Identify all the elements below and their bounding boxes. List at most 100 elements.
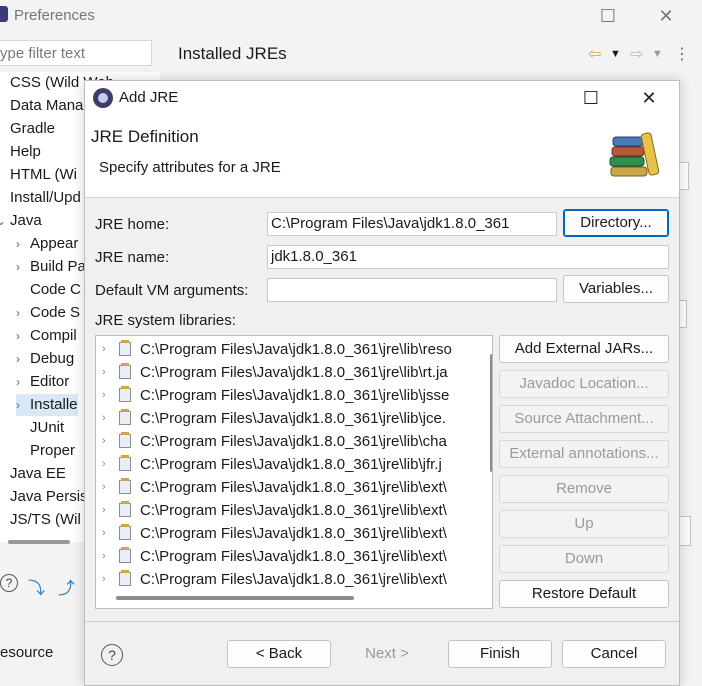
chevron-right-icon[interactable]: › xyxy=(0,187,10,209)
system-libraries-list[interactable]: › C:\Program Files\Java\jdk1.8.0_361\jre\… xyxy=(95,335,493,609)
chevron-right-icon[interactable]: › xyxy=(16,302,30,324)
chevron-right-icon[interactable]: › xyxy=(16,256,30,278)
chevron-right-icon[interactable]: › xyxy=(102,361,106,384)
tree-item[interactable]: › Debug xyxy=(16,348,74,370)
bottom-left-text: esource xyxy=(0,644,54,661)
chevron-down-icon[interactable]: ⌄ xyxy=(0,210,10,232)
import-icon[interactable]: ⤵ xyxy=(28,574,45,599)
library-item[interactable]: › C:\Program Files\Java\jdk1.8.0_361\jre\… xyxy=(96,476,488,499)
next-button[interactable]: Next > xyxy=(335,640,439,668)
restore-default-button[interactable]: Restore Default xyxy=(499,580,669,608)
library-path: C:\Program Files\Java\jdk1.8.0_361\jre\l… xyxy=(140,502,447,519)
chevron-right-icon[interactable]: › xyxy=(0,118,10,140)
external-annotations-button[interactable]: External annotations... xyxy=(499,440,669,468)
tree-item[interactable]: ›Java Persis xyxy=(0,486,88,508)
export-icon[interactable]: ⤴ xyxy=(58,574,75,599)
vm-args-input[interactable] xyxy=(267,278,557,302)
chevron-right-icon[interactable]: › xyxy=(0,72,10,94)
tree-item[interactable]: ›JS/TS (Wil xyxy=(0,509,81,531)
close-icon[interactable]: ✕ xyxy=(635,86,663,110)
library-item[interactable]: › C:\Program Files\Java\jdk1.8.0_361\jre\… xyxy=(96,499,488,522)
help-icon[interactable]: ? xyxy=(0,574,18,592)
chevron-right-icon[interactable]: › xyxy=(102,430,106,453)
chevron-right-icon[interactable]: › xyxy=(102,338,106,361)
tree-item[interactable]: Code C xyxy=(16,279,81,301)
chevron-right-icon[interactable]: › xyxy=(16,394,30,416)
tree-item[interactable]: › Editor xyxy=(16,371,69,393)
tree-item[interactable]: Proper xyxy=(16,440,75,462)
add-external-jars-button[interactable]: Add External JARs... xyxy=(499,335,669,363)
back-menu-chevron-icon[interactable]: ▼ xyxy=(610,48,621,60)
tree-item[interactable]: › Code S xyxy=(16,302,80,324)
directory-button[interactable]: Directory... xyxy=(563,209,669,237)
maximize-icon[interactable]: ☐ xyxy=(594,4,622,28)
close-icon[interactable]: ✕ xyxy=(652,4,680,28)
jre-home-input[interactable]: C:\Program Files\Java\jdk1.8.0_361 xyxy=(267,212,557,236)
variables-button[interactable]: Variables... xyxy=(563,275,669,303)
library-item[interactable]: › C:\Program Files\Java\jdk1.8.0_361\jre\… xyxy=(96,522,488,545)
library-item[interactable]: › C:\Program Files\Java\jdk1.8.0_361\jre\… xyxy=(96,453,488,476)
tree-item[interactable]: › Installe xyxy=(16,394,78,416)
library-item[interactable]: › C:\Program Files\Java\jdk1.8.0_361\jre\… xyxy=(96,545,488,568)
library-item[interactable]: › C:\Program Files\Java\jdk1.8.0_361\jre\… xyxy=(96,361,488,384)
chevron-right-icon[interactable]: › xyxy=(0,141,10,163)
remove-button[interactable]: Remove xyxy=(499,475,669,503)
tree-item-label: Java xyxy=(10,212,42,229)
chevron-right-icon[interactable]: › xyxy=(0,463,10,485)
chevron-right-icon[interactable]: › xyxy=(0,95,10,117)
tree-item[interactable]: › Appear xyxy=(16,233,78,255)
tree-item[interactable]: ⌄ Java xyxy=(0,210,42,232)
view-menu-icon[interactable]: ⋮ xyxy=(674,44,690,64)
tree-item[interactable]: JUnit xyxy=(16,417,64,439)
library-path: C:\Program Files\Java\jdk1.8.0_361\jre\l… xyxy=(140,548,447,565)
chevron-right-icon[interactable]: › xyxy=(16,325,30,347)
library-item[interactable]: › C:\Program Files\Java\jdk1.8.0_361\jre\… xyxy=(96,338,488,361)
finish-button[interactable]: Finish xyxy=(448,640,552,668)
javadoc-location-button[interactable]: Javadoc Location... xyxy=(499,370,669,398)
chevron-right-icon[interactable]: › xyxy=(0,509,10,531)
forward-menu-chevron-icon[interactable]: ▼ xyxy=(652,48,663,60)
source-attachment-button[interactable]: Source Attachment... xyxy=(499,405,669,433)
chevron-right-icon[interactable]: › xyxy=(16,348,30,370)
chevron-right-icon[interactable]: › xyxy=(102,407,106,430)
chevron-right-icon[interactable]: › xyxy=(102,568,106,591)
tree-item[interactable]: ›Data Mana xyxy=(0,95,83,117)
tree-item[interactable]: ›Help xyxy=(0,141,41,163)
library-item[interactable]: › C:\Program Files\Java\jdk1.8.0_361\jre\… xyxy=(96,384,488,407)
library-item[interactable]: › C:\Program Files\Java\jdk1.8.0_361\jre\… xyxy=(96,430,488,453)
eclipse-icon xyxy=(93,88,113,108)
chevron-right-icon[interactable]: › xyxy=(102,384,106,407)
chevron-right-icon[interactable]: › xyxy=(102,499,106,522)
cancel-button[interactable]: Cancel xyxy=(562,640,666,668)
library-item[interactable]: › C:\Program Files\Java\jdk1.8.0_361\jre\… xyxy=(96,407,488,430)
tree-item[interactable]: ›Java EE xyxy=(0,463,66,485)
filter-input[interactable]: ype filter text xyxy=(0,40,152,66)
down-button[interactable]: Down xyxy=(499,545,669,573)
libraries-vertical-scrollbar[interactable] xyxy=(490,354,492,472)
back-button[interactable]: < Back xyxy=(227,640,331,668)
chevron-right-icon[interactable]: › xyxy=(0,164,10,186)
library-item[interactable]: › C:\Program Files\Java\jdk1.8.0_361\jre\… xyxy=(96,568,488,591)
chevron-right-icon[interactable]: › xyxy=(102,522,106,545)
library-path: C:\Program Files\Java\jdk1.8.0_361\jre\l… xyxy=(140,341,452,358)
forward-arrow-icon[interactable]: ⇨ xyxy=(630,44,643,64)
chevron-right-icon[interactable]: › xyxy=(102,453,106,476)
chevron-right-icon[interactable]: › xyxy=(16,371,30,393)
tree-item[interactable]: › Compil xyxy=(16,325,77,347)
chevron-right-icon[interactable]: › xyxy=(102,545,106,568)
jre-name-input[interactable]: jdk1.8.0_361 xyxy=(267,245,669,269)
help-icon[interactable]: ? xyxy=(101,644,123,666)
chevron-right-icon[interactable]: › xyxy=(0,486,10,508)
tree-item[interactable]: › Build Pa xyxy=(16,256,86,278)
back-arrow-icon[interactable]: ⇦ xyxy=(588,44,601,64)
maximize-icon[interactable]: ☐ xyxy=(577,86,605,110)
tree-item[interactable]: ›Gradle xyxy=(0,118,55,140)
tree-item-label: Java EE xyxy=(10,465,66,482)
chevron-right-icon[interactable]: › xyxy=(102,476,106,499)
chevron-right-icon[interactable]: › xyxy=(16,233,30,255)
tree-item[interactable]: ›HTML (Wi xyxy=(0,164,77,186)
tree-item[interactable]: ›Install/Upd xyxy=(0,187,81,209)
tree-horizontal-scrollbar[interactable] xyxy=(8,540,70,544)
libraries-horizontal-scrollbar[interactable] xyxy=(116,596,354,600)
up-button[interactable]: Up xyxy=(499,510,669,538)
